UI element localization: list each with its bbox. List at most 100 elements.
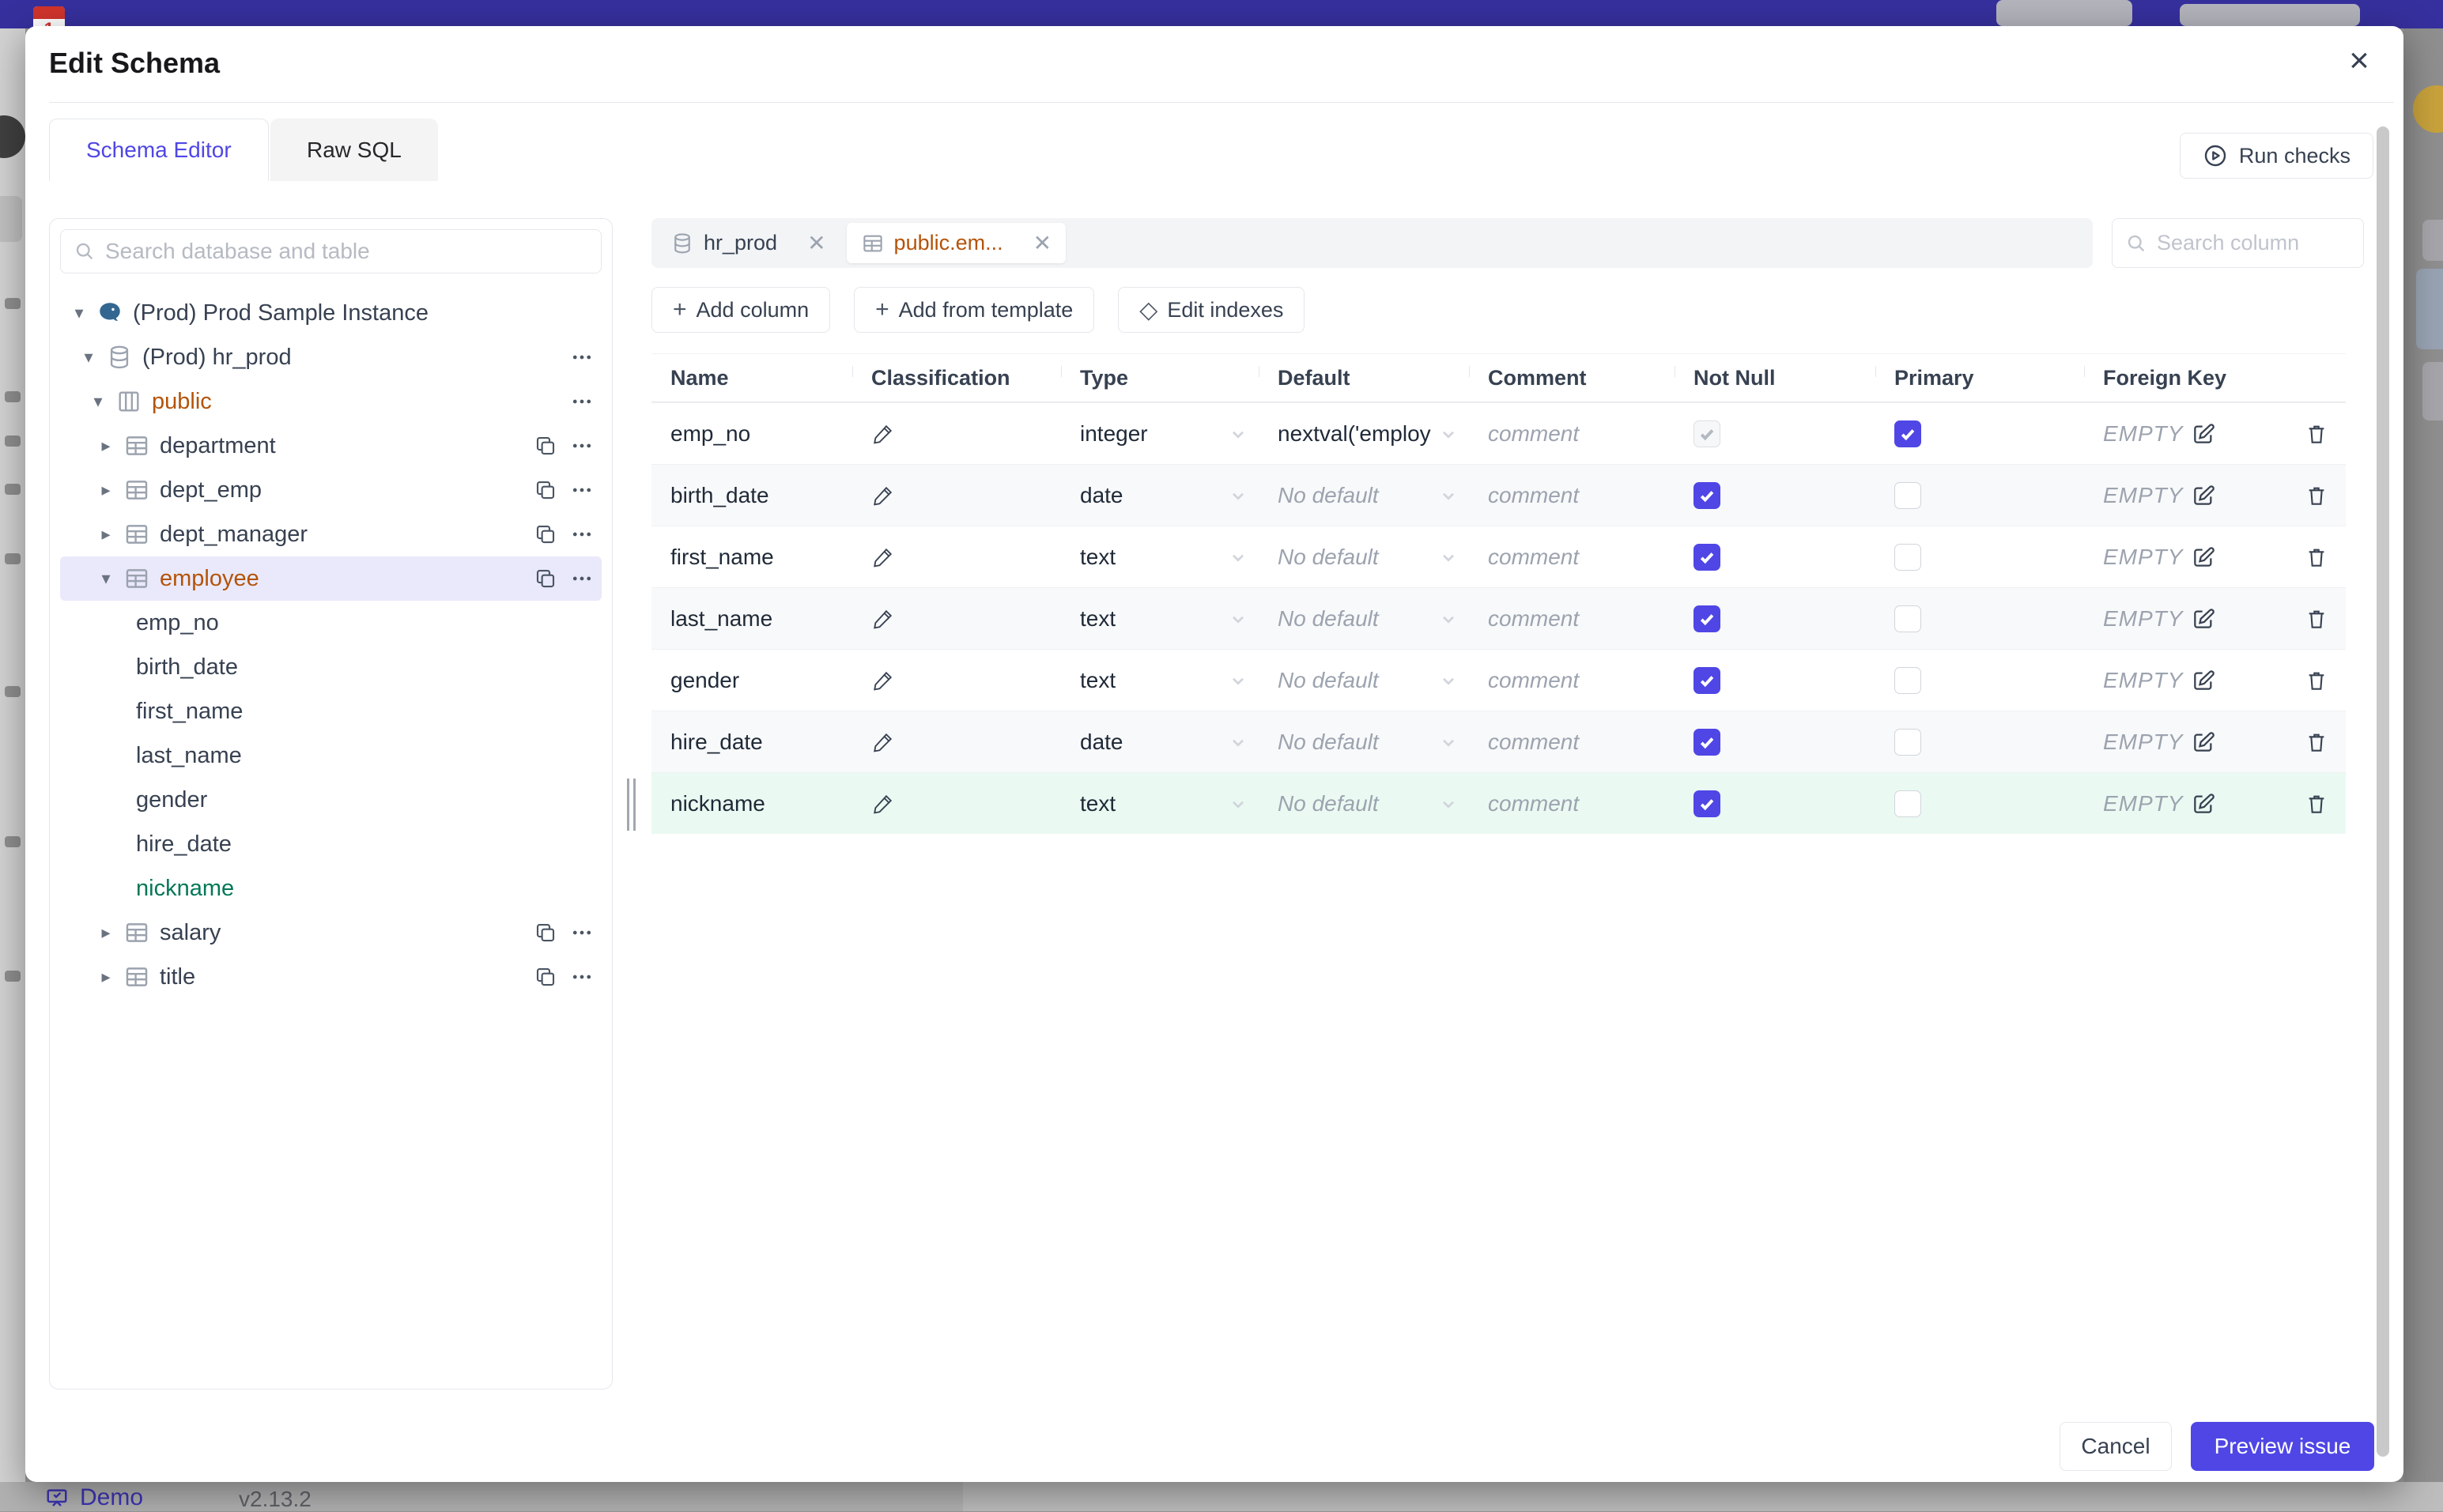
trash-icon[interactable] <box>2304 606 2329 632</box>
edit-icon[interactable] <box>2191 606 2216 632</box>
chevron-down-icon[interactable] <box>1229 794 1248 813</box>
open-tab-public-employee[interactable]: public.em... ✕ <box>847 223 1067 263</box>
modal-scrollbar[interactable] <box>2377 126 2389 1457</box>
column-type[interactable]: integer <box>1080 421 1148 447</box>
chevron-down-icon[interactable] <box>1229 609 1248 628</box>
tree-item-instance[interactable]: ▾ (Prod) Prod Sample Instance <box>60 291 602 335</box>
tree-column-first-name[interactable]: first_name <box>60 689 602 733</box>
edit-icon[interactable] <box>2191 730 2216 755</box>
close-icon[interactable]: ✕ <box>807 230 825 256</box>
column-name[interactable]: last_name <box>670 606 772 632</box>
column-type[interactable]: text <box>1080 545 1116 570</box>
edit-indexes-button[interactable]: ◇ Edit indexes <box>1118 287 1305 333</box>
comment-input[interactable]: comment <box>1488 483 1579 508</box>
chevron-down-icon[interactable] <box>1229 671 1248 690</box>
column-name[interactable]: gender <box>670 668 739 693</box>
caret-right-icon[interactable]: ▸ <box>95 524 117 545</box>
primary-checkbox[interactable] <box>1894 420 1921 447</box>
primary-checkbox[interactable] <box>1894 482 1921 509</box>
tab-raw-sql[interactable]: Raw SQL <box>270 119 438 181</box>
column-name[interactable]: emp_no <box>670 421 750 447</box>
more-icon[interactable] <box>570 522 594 546</box>
caret-right-icon[interactable]: ▸ <box>95 436 117 456</box>
tree-item-database[interactable]: ▾ (Prod) hr_prod <box>60 335 602 379</box>
caret-down-icon[interactable]: ▾ <box>87 391 109 412</box>
tree-column-nickname[interactable]: nickname <box>60 866 602 911</box>
chevron-down-icon[interactable] <box>1439 671 1458 690</box>
panel-resize-handle[interactable] <box>627 779 636 831</box>
preview-issue-button[interactable]: Preview issue <box>2191 1422 2374 1471</box>
caret-right-icon[interactable]: ▸ <box>95 922 117 943</box>
chevron-down-icon[interactable] <box>1439 486 1458 505</box>
column-default[interactable]: No default <box>1278 730 1379 755</box>
copy-icon[interactable] <box>534 921 557 945</box>
column-type[interactable]: date <box>1080 483 1123 508</box>
tree-column-emp-no[interactable]: emp_no <box>60 601 602 645</box>
pencil-icon[interactable] <box>871 669 895 692</box>
tree-item-schema-public[interactable]: ▾ public <box>60 379 602 424</box>
edit-icon[interactable] <box>2191 791 2216 816</box>
more-icon[interactable] <box>570 434 594 458</box>
tree-item-table-department[interactable]: ▸ department <box>60 424 602 468</box>
comment-input[interactable]: comment <box>1488 730 1579 755</box>
edit-icon[interactable] <box>2191 483 2216 508</box>
chevron-down-icon[interactable] <box>1439 609 1458 628</box>
pencil-icon[interactable] <box>871 422 895 446</box>
pencil-icon[interactable] <box>871 484 895 507</box>
not-null-checkbox[interactable] <box>1693 667 1720 694</box>
pencil-icon[interactable] <box>871 545 895 569</box>
comment-input[interactable]: comment <box>1488 606 1579 632</box>
copy-icon[interactable] <box>534 478 557 502</box>
add-column-button[interactable]: + Add column <box>651 287 830 333</box>
copy-icon[interactable] <box>534 434 557 458</box>
caret-down-icon[interactable]: ▾ <box>95 568 117 589</box>
trash-icon[interactable] <box>2304 791 2329 816</box>
column-type[interactable]: text <box>1080 668 1116 693</box>
tree-item-table-dept-emp[interactable]: ▸ dept_emp <box>60 468 602 512</box>
column-name[interactable]: birth_date <box>670 483 769 508</box>
chevron-down-icon[interactable] <box>1439 548 1458 567</box>
not-null-checkbox[interactable] <box>1693 482 1720 509</box>
column-default[interactable]: No default <box>1278 483 1379 508</box>
more-icon[interactable] <box>570 567 594 590</box>
trash-icon[interactable] <box>2304 668 2329 693</box>
not-null-checkbox[interactable] <box>1693 729 1720 756</box>
chevron-down-icon[interactable] <box>1229 486 1248 505</box>
edit-icon[interactable] <box>2191 668 2216 693</box>
tab-schema-editor[interactable]: Schema Editor <box>49 119 269 181</box>
column-search-input[interactable] <box>2157 231 2350 255</box>
copy-icon[interactable] <box>534 965 557 989</box>
column-name[interactable]: first_name <box>670 545 774 570</box>
tree-search-input[interactable] <box>105 239 588 264</box>
primary-checkbox[interactable] <box>1894 544 1921 571</box>
column-name[interactable]: nickname <box>670 791 765 816</box>
close-icon[interactable]: ✕ <box>1033 230 1052 256</box>
tree-item-table-salary[interactable]: ▸ salary <box>60 911 602 955</box>
chevron-down-icon[interactable] <box>1229 424 1248 443</box>
chevron-down-icon[interactable] <box>1439 733 1458 752</box>
tree-column-hire-date[interactable]: hire_date <box>60 822 602 866</box>
copy-icon[interactable] <box>534 567 557 590</box>
more-icon[interactable] <box>570 965 594 989</box>
chevron-down-icon[interactable] <box>1439 424 1458 443</box>
tree-column-birth-date[interactable]: birth_date <box>60 645 602 689</box>
more-icon[interactable] <box>570 921 594 945</box>
column-type[interactable]: text <box>1080 606 1116 632</box>
more-icon[interactable] <box>570 478 594 502</box>
tree-column-last-name[interactable]: last_name <box>60 733 602 778</box>
primary-checkbox[interactable] <box>1894 605 1921 632</box>
primary-checkbox[interactable] <box>1894 729 1921 756</box>
not-null-checkbox[interactable] <box>1693 605 1720 632</box>
column-default[interactable]: nextval('employ <box>1278 421 1431 447</box>
column-default[interactable]: No default <box>1278 668 1379 693</box>
comment-input[interactable]: comment <box>1488 421 1579 447</box>
trash-icon[interactable] <box>2304 545 2329 570</box>
column-type[interactable]: date <box>1080 730 1123 755</box>
more-icon[interactable] <box>570 390 594 413</box>
caret-right-icon[interactable]: ▸ <box>95 480 117 500</box>
comment-input[interactable]: comment <box>1488 791 1579 816</box>
tree-item-table-dept-manager[interactable]: ▸ dept_manager <box>60 512 602 556</box>
tree-item-table-title[interactable]: ▸ title <box>60 955 602 999</box>
not-null-checkbox[interactable] <box>1693 790 1720 817</box>
not-null-checkbox[interactable] <box>1693 544 1720 571</box>
